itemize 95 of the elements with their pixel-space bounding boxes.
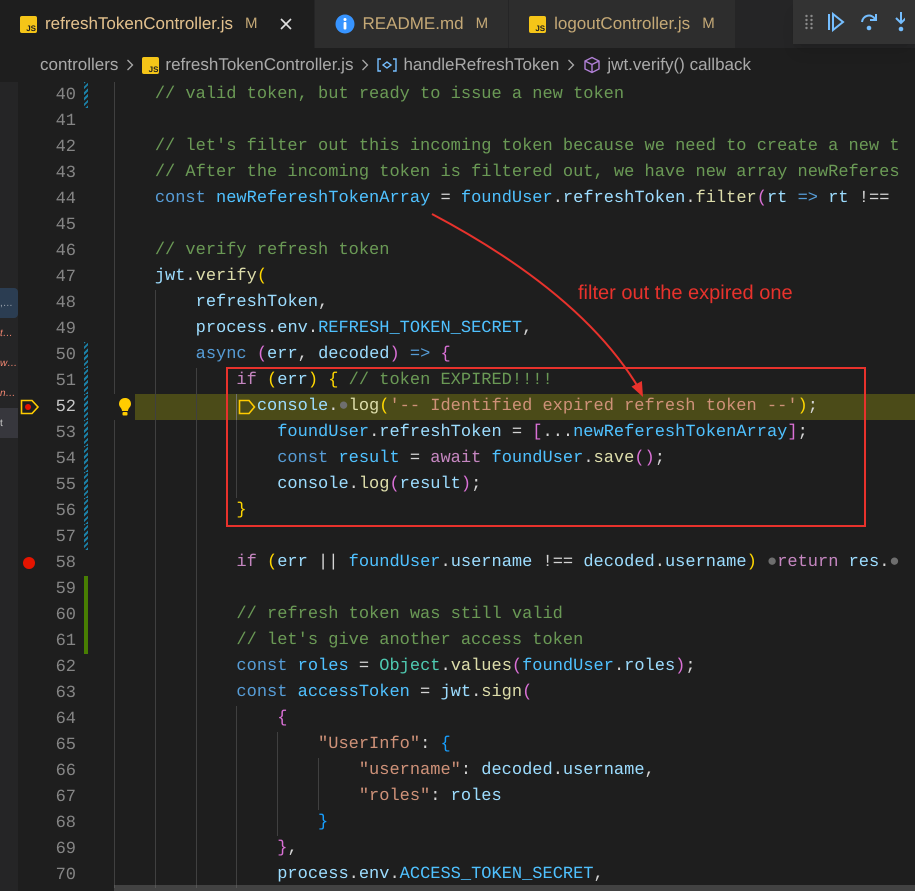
code-line: const newRefereshTokenArray = foundUser.refreshToken.filter(rt => rt !==	[154, 188, 890, 210]
code-line: },	[277, 838, 298, 860]
line-number: 68	[56, 814, 76, 833]
line-number: 63	[56, 684, 76, 703]
js-file-icon: JS	[20, 16, 37, 32]
editor-tab[interactable]: JS refreshTokenController.js M	[0, 0, 314, 48]
close-icon[interactable]	[278, 16, 294, 32]
code-line: console.log(result);	[277, 474, 482, 496]
code-line: if (err) { // token EXPIRED!!!!	[236, 370, 553, 392]
code-line: {	[277, 708, 288, 730]
code-line: "username": decoded.username,	[358, 760, 655, 782]
code-line: process.env.ACCESS_TOKEN_SECRET,	[277, 864, 604, 886]
inline-stack-frame-icon	[238, 399, 256, 415]
breadcrumb-item[interactable]: jwt.verify() callback	[607, 52, 751, 78]
line-number: 51	[56, 372, 76, 391]
line-number: 52	[56, 398, 76, 417]
code-line: // verify refresh token	[154, 240, 390, 262]
continue-icon[interactable]	[827, 12, 845, 32]
line-number: 60	[56, 606, 76, 625]
code-line: foundUser.refreshToken = [...newRefereshTokenArray];	[277, 422, 808, 444]
lightbulb-icon[interactable]	[118, 397, 132, 417]
tab-label: logoutController.js	[554, 13, 690, 36]
sidebar-item[interactable]: ,…	[0, 288, 18, 318]
info-icon	[334, 14, 355, 34]
step-into-icon[interactable]	[893, 11, 905, 33]
line-number: 50	[56, 346, 76, 365]
code-line: // After the incoming token is filtered out, we have new array newReferes	[154, 162, 900, 184]
horizontal-scrollbar[interactable]	[114, 885, 915, 891]
line-number: 40	[56, 86, 76, 105]
line-number: 57	[56, 528, 76, 547]
line-number: 54	[56, 450, 76, 469]
breadcrumb-item[interactable]: controllers	[40, 52, 118, 78]
chevron-right-icon	[567, 59, 576, 71]
line-number: 67	[56, 788, 76, 807]
sidebar-item[interactable]: t	[0, 408, 18, 438]
code-line: "UserInfo": {	[318, 734, 451, 756]
code-line: const roles = Object.values(foundUser.roles);	[236, 656, 696, 678]
js-file-icon: JS	[142, 56, 160, 74]
code-line: jwt.verify(	[154, 266, 268, 288]
js-file-icon: JS	[529, 16, 546, 32]
line-number: 49	[56, 320, 76, 339]
sidebar-item[interactable]: n…	[0, 378, 18, 408]
chevron-right-icon	[361, 59, 370, 71]
stack-frame-icon[interactable]	[20, 399, 40, 415]
code-line: console.●log('-- Identified expired refresh token --');	[256, 396, 818, 418]
line-number: 53	[56, 424, 76, 443]
modified-status-label: M	[476, 14, 488, 34]
line-number: 46	[56, 242, 76, 261]
line-number: 65	[56, 736, 76, 755]
code-line: // let's filter out this incoming token because we need to create a new t	[154, 136, 900, 158]
code-line: async (err, decoded) => {	[196, 344, 451, 366]
code-line: const accessToken = jwt.sign(	[236, 682, 532, 704]
sidebar-item[interactable]: w…	[0, 348, 18, 378]
editor-tab[interactable]: README.md M	[314, 0, 508, 48]
line-number: 69	[56, 840, 76, 859]
step-over-icon[interactable]	[859, 12, 879, 32]
line-number: 45	[56, 216, 76, 235]
line-number: 48	[56, 294, 76, 313]
line-number: 44	[56, 190, 76, 209]
chevron-right-icon	[126, 59, 134, 71]
line-number: 42	[56, 138, 76, 157]
editor-tab[interactable]: JS logoutController.js M	[508, 0, 735, 48]
modified-status-label: M	[702, 14, 715, 34]
line-number: 58	[56, 554, 76, 573]
code-line: const result = await foundUser.save();	[277, 448, 665, 470]
line-number: 61	[56, 632, 76, 651]
cube-icon	[583, 56, 602, 74]
breadcrumb-item[interactable]: refreshTokenController.js	[165, 52, 354, 78]
drag-handle-icon[interactable]	[805, 14, 813, 30]
code-line: }	[236, 500, 247, 522]
line-number: 47	[56, 268, 76, 287]
variable-symbol-icon	[377, 58, 398, 72]
line-number: 70	[56, 866, 76, 885]
line-number: 59	[56, 580, 76, 599]
code-line: refreshToken,	[196, 292, 328, 314]
code-line: // refresh token was still valid	[236, 604, 563, 626]
line-number: 66	[56, 762, 76, 781]
line-number: 56	[56, 502, 76, 521]
line-number: 64	[56, 710, 76, 729]
code-line: }	[318, 812, 328, 834]
line-number: 62	[56, 658, 76, 677]
code-line: // let's give another access token	[236, 630, 584, 652]
code-line: if (err || foundUser.username !== decoded.username) ●return res.●	[236, 552, 900, 574]
code-line: // valid token, but ready to issue a new token	[154, 84, 624, 106]
tab-label: README.md	[362, 13, 464, 36]
tab-label: refreshTokenController.js	[45, 13, 234, 36]
line-number: 55	[56, 476, 76, 495]
breadcrumb-item[interactable]: handleRefreshToken	[403, 52, 560, 78]
line-number: 43	[56, 164, 76, 183]
code-line: process.env.REFRESH_TOKEN_SECRET,	[196, 318, 532, 340]
annotation-text: filter out the expired one	[578, 281, 793, 306]
sidebar-item[interactable]: t…	[0, 318, 18, 348]
code-line: "roles": roles	[358, 786, 502, 808]
line-number: 41	[56, 112, 76, 131]
modified-status-label: M	[245, 14, 258, 34]
